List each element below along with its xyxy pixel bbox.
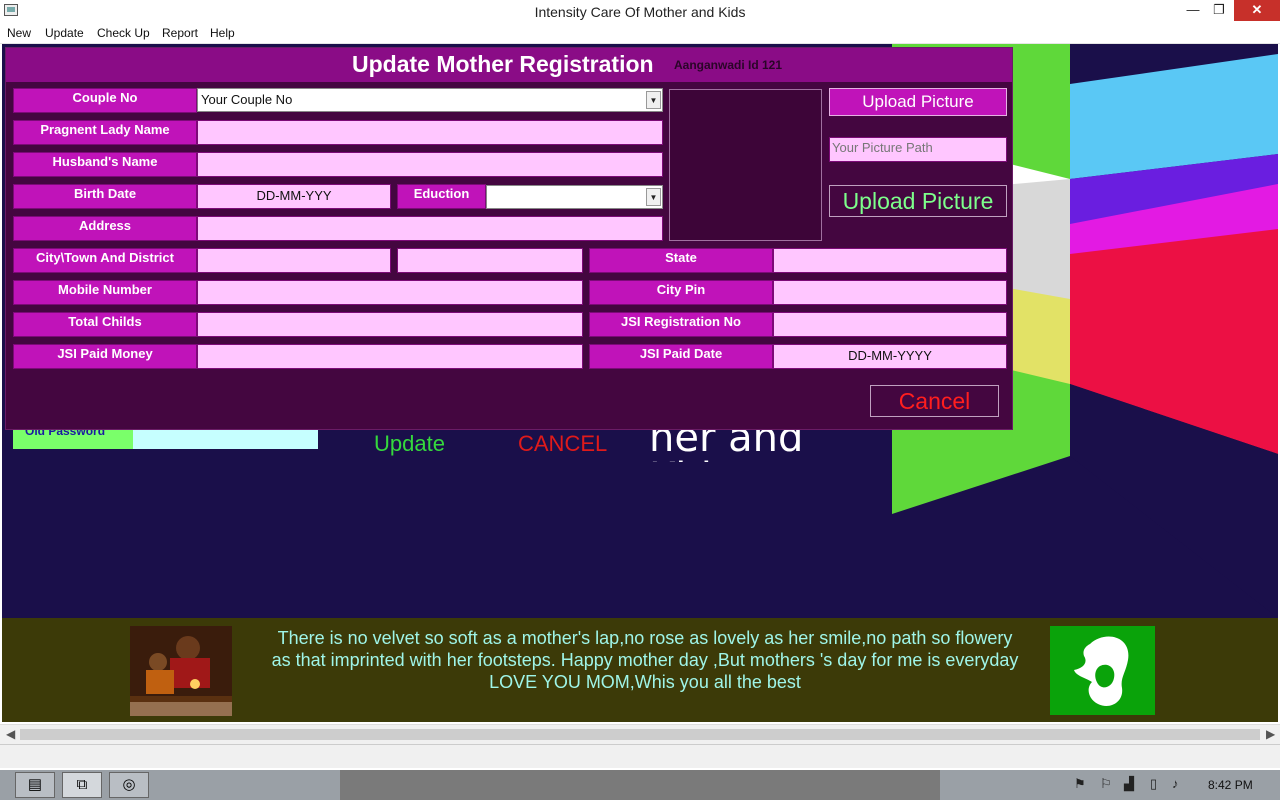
- menu-help[interactable]: Help: [210, 26, 235, 40]
- education-label: Eduction: [397, 184, 486, 209]
- district-input[interactable]: [397, 248, 583, 273]
- network-icon[interactable]: ▟: [1124, 776, 1134, 792]
- battery-icon[interactable]: ▯: [1150, 776, 1157, 792]
- maximize-button[interactable]: ❐: [1206, 0, 1232, 21]
- flag-icon[interactable]: ⚐: [1100, 776, 1112, 792]
- mother-kids-photo: [130, 626, 232, 716]
- update-mother-registration-dialog: Update Mother Registration Aanganwadi Id…: [5, 47, 1013, 430]
- scrollbar-thumb[interactable]: [20, 729, 1260, 740]
- chevron-down-icon[interactable]: ▼: [646, 188, 661, 206]
- husband-name-input[interactable]: [197, 152, 663, 177]
- dialog-header: Update Mother Registration Aanganwadi Id…: [6, 48, 1012, 82]
- title-bar: Intensity Care Of Mother and Kids — ❐ ✕: [0, 0, 1280, 23]
- mothers-day-quote: There is no velvet so soft as a mother's…: [271, 628, 1019, 692]
- total-childs-input[interactable]: [197, 312, 583, 337]
- browser-icon[interactable]: ◎: [109, 772, 149, 798]
- jsi-paid-money-label: JSI Paid Money: [13, 344, 197, 369]
- taskbar-wallpaper-area: [340, 770, 940, 800]
- city-pin-label: City Pin: [589, 280, 773, 305]
- jsi-registration-no-input[interactable]: [773, 312, 1007, 337]
- couple-no-value: Your Couple No: [201, 92, 293, 107]
- total-childs-label: Total Childs: [13, 312, 197, 337]
- window-title: Intensity Care Of Mother and Kids: [534, 4, 746, 20]
- picture-preview: [669, 89, 822, 241]
- cancel-button[interactable]: Cancel: [870, 385, 999, 417]
- logo-graphic: [1050, 626, 1155, 715]
- menu-check-up[interactable]: Check Up: [97, 26, 150, 40]
- update-button[interactable]: Update: [374, 431, 445, 457]
- pregnant-lady-name-input[interactable]: [197, 120, 663, 145]
- chevron-down-icon[interactable]: ▼: [646, 91, 661, 109]
- mobile-number-label: Mobile Number: [13, 280, 197, 305]
- couple-no-label: Couple No: [13, 88, 197, 113]
- app-window-icon[interactable]: ⧉: [62, 772, 102, 798]
- city-label: City\Town And District: [13, 248, 197, 273]
- address-label: Address: [13, 216, 197, 241]
- action-center-icon[interactable]: ⚑: [1074, 776, 1086, 792]
- menu-new[interactable]: New: [7, 26, 31, 40]
- pregnant-lady-name-label: Pragnent Lady Name: [13, 120, 197, 145]
- education-select[interactable]: ▼: [486, 185, 663, 209]
- scroll-left-icon[interactable]: ◀: [6, 727, 15, 741]
- upload-picture-button[interactable]: Upload Picture: [829, 88, 1007, 116]
- menu-report[interactable]: Report: [162, 26, 198, 40]
- jsi-paid-money-input[interactable]: [197, 344, 583, 369]
- taskbar: ▤ ⧉ ◎ ⚑ ⚐ ▟ ▯ ♪ 8:42 PM: [0, 770, 1280, 800]
- birth-date-input[interactable]: DD-MM-YYY: [197, 184, 391, 209]
- minimize-button[interactable]: —: [1180, 0, 1206, 21]
- mother-child-logo-icon: [1050, 626, 1155, 715]
- address-input[interactable]: [197, 216, 663, 241]
- menu-update[interactable]: Update: [45, 26, 84, 40]
- file-explorer-icon[interactable]: ▤: [15, 772, 55, 798]
- husband-name-label: Husband's Name: [13, 152, 197, 177]
- cancel-button-background[interactable]: CANCEL: [518, 431, 607, 457]
- mobile-number-input[interactable]: [197, 280, 583, 305]
- jsi-paid-date-label: JSI Paid Date: [589, 344, 773, 369]
- scroll-right-icon[interactable]: ▶: [1266, 727, 1275, 741]
- volume-icon[interactable]: ♪: [1172, 776, 1179, 791]
- city-pin-input[interactable]: [773, 280, 1007, 305]
- birth-date-label: Birth Date: [13, 184, 197, 209]
- dialog-title: Update Mother Registration: [352, 51, 654, 77]
- aanganwadi-id: Aanganwadi Id 121: [674, 58, 783, 72]
- close-button[interactable]: ✕: [1234, 0, 1280, 21]
- clock[interactable]: 8:42 PM: [1208, 778, 1253, 792]
- jsi-registration-no-label: JSI Registration No: [589, 312, 773, 337]
- status-bar: [0, 744, 1280, 768]
- jsi-paid-date-input[interactable]: DD-MM-YYYY: [773, 344, 1007, 369]
- city-input[interactable]: [197, 248, 391, 273]
- menu-bar: New Update Check Up Report Help: [0, 23, 1280, 44]
- picture-path-input[interactable]: Your Picture Path: [829, 137, 1007, 162]
- horizontal-scrollbar[interactable]: ◀ ▶: [0, 724, 1280, 744]
- photo-graphic: [130, 626, 232, 716]
- couple-no-select[interactable]: Your Couple No ▼: [197, 88, 663, 112]
- state-label: State: [589, 248, 773, 273]
- state-input[interactable]: [773, 248, 1007, 273]
- upload-picture-button-2[interactable]: Upload Picture: [829, 185, 1007, 217]
